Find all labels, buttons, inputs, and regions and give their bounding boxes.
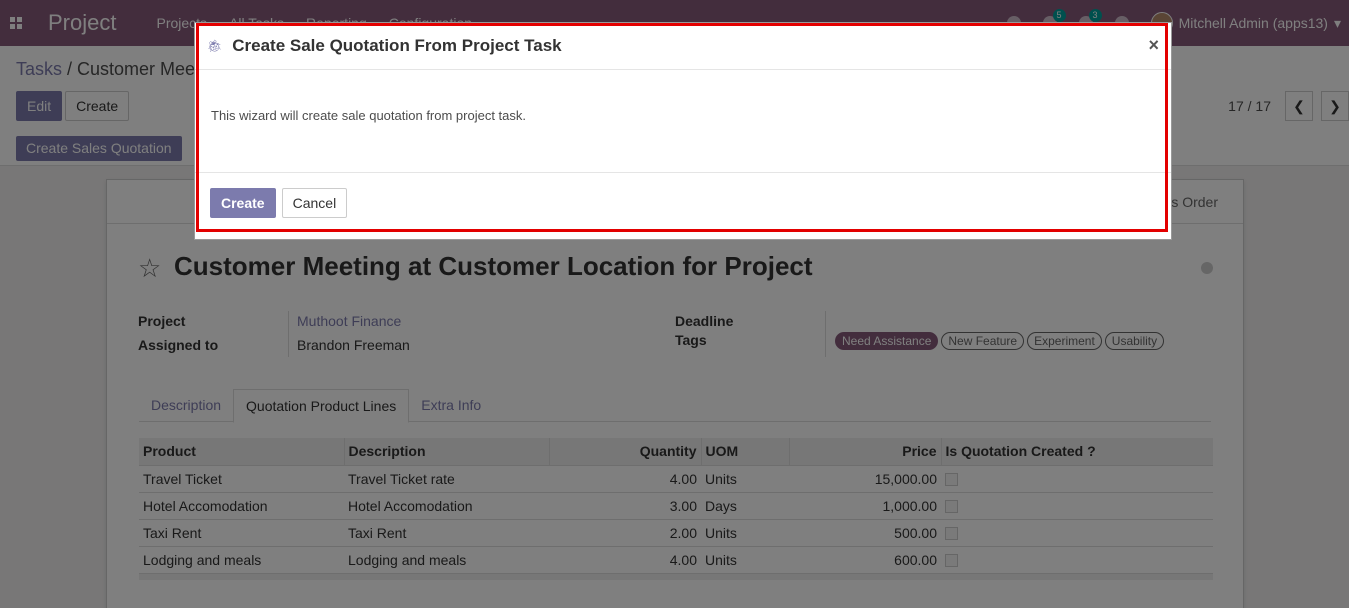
dialog-body: This wizard will create sale quotation f…: [195, 70, 1171, 173]
dialog-title: Create Sale Quotation From Project Task: [232, 36, 562, 55]
dialog-footer: Create Cancel: [195, 173, 1171, 218]
dialog-cancel-button[interactable]: Cancel: [281, 188, 348, 218]
create-quotation-dialog: 🐞︎ Create Sale Quotation From Project Ta…: [194, 22, 1172, 240]
dialog-create-button[interactable]: Create: [210, 188, 276, 218]
dialog-message: This wizard will create sale quotation f…: [211, 108, 527, 123]
bug-icon: 🐞︎: [207, 39, 223, 53]
close-icon[interactable]: ×: [1148, 35, 1159, 56]
dialog-header: 🐞︎ Create Sale Quotation From Project Ta…: [195, 23, 1171, 70]
